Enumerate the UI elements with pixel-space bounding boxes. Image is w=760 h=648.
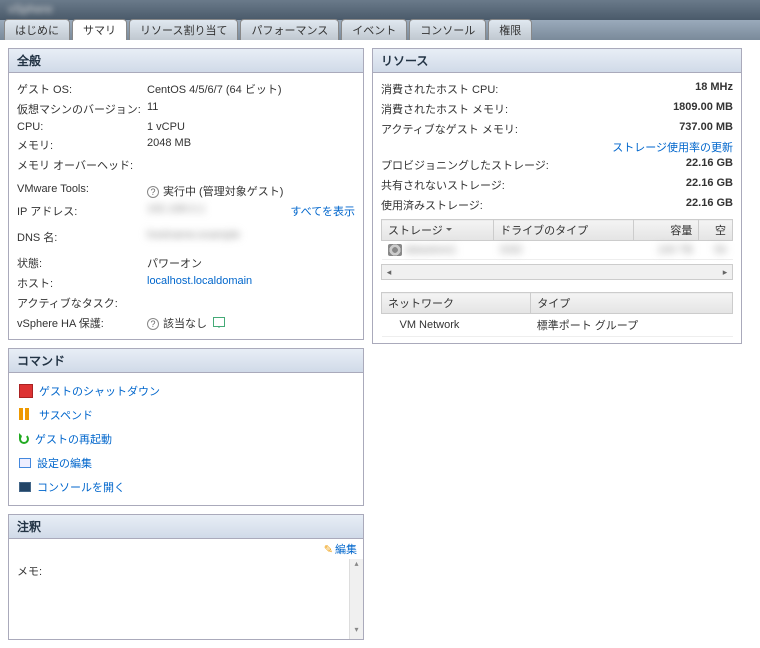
title-text: vSphere <box>0 0 760 18</box>
console-icon <box>19 482 31 492</box>
restart-icon <box>19 434 29 444</box>
help-icon[interactable]: ? <box>147 186 159 198</box>
storage-col-name[interactable]: ストレージ <box>382 220 494 241</box>
tab-console[interactable]: コンソール <box>409 19 486 40</box>
memo-label: メモ: <box>17 563 355 579</box>
vm-version-label: 仮想マシンのバージョン: <box>17 101 147 117</box>
network-table: ネットワーク タイプ VM Network 標準ポート グループ <box>381 292 733 337</box>
sort-icon <box>446 228 452 234</box>
dns-value: hostname.example <box>147 229 240 241</box>
general-header: 全般 <box>9 49 363 73</box>
mem-overhead-label: メモリ オーバーヘッド: <box>17 157 147 173</box>
dns-label: DNS 名: <box>17 229 147 245</box>
storage-col-free[interactable]: 空 <box>699 220 733 241</box>
show-all-link[interactable]: すべてを表示 <box>290 203 355 219</box>
storage-scrollbar[interactable]: ◂▸ <box>381 264 733 280</box>
memory-value: 2048 MB <box>147 137 355 153</box>
cmd-shutdown[interactable]: ゲストのシャットダウン <box>17 379 355 403</box>
guest-mem-label: アクティブなゲスト メモリ: <box>381 121 643 137</box>
refresh-storage-link[interactable]: ストレージ使用率の更新 <box>612 142 733 154</box>
tab-events[interactable]: イベント <box>341 19 407 40</box>
cpu-label: CPU: <box>17 121 147 133</box>
cmd-restart[interactable]: ゲストの再起動 <box>17 427 355 451</box>
suspend-icon <box>19 408 33 422</box>
prov-storage-label: プロビジョニングしたストレージ: <box>381 157 643 173</box>
resources-header: リソース <box>373 49 741 73</box>
used-storage-label: 使用済みストレージ: <box>381 197 643 213</box>
guest-os-value: CentOS 4/5/6/7 (64 ビット) <box>147 81 355 97</box>
storage-col-type[interactable]: ドライブのタイプ <box>494 220 634 241</box>
annotations-panel: 注釈 ✎編集 メモ: ▴▾ <box>8 514 364 640</box>
guest-mem-value: 737.00 MB <box>643 121 733 137</box>
help-icon[interactable]: ? <box>147 318 159 330</box>
commands-header: コマンド <box>9 349 363 373</box>
edit-icon <box>19 458 31 468</box>
state-value: パワーオン <box>147 255 355 271</box>
disk-icon <box>388 244 402 256</box>
vm-version-value: 11 <box>147 101 355 117</box>
tab-performance[interactable]: パフォーマンス <box>240 19 339 40</box>
host-mem-value: 1809.00 MB <box>643 101 733 117</box>
host-cpu-label: 消費されたホスト CPU: <box>381 81 643 97</box>
tab-getting-started[interactable]: はじめに <box>4 19 70 40</box>
unshared-storage-value: 22.16 GB <box>643 177 733 193</box>
host-cpu-value: 18 MHz <box>643 81 733 97</box>
network-name: VM Network <box>382 314 531 337</box>
host-label: ホスト: <box>17 275 147 291</box>
vmware-tools-label: VMware Tools: <box>17 183 147 199</box>
memo-scrollbar[interactable]: ▴▾ <box>349 559 363 639</box>
network-type: 標準ポート グループ <box>531 314 733 337</box>
titlebar: vSphere <box>0 0 760 20</box>
ip-value: 192.168.0.1 <box>147 203 205 219</box>
guest-os-label: ゲスト OS: <box>17 81 147 97</box>
edit-annotation-link[interactable]: ✎編集 <box>324 541 357 557</box>
general-panel: 全般 ゲスト OS:CentOS 4/5/6/7 (64 ビット) 仮想マシンの… <box>8 48 364 340</box>
pencil-icon: ✎ <box>324 544 333 556</box>
tab-summary[interactable]: サマリ <box>72 19 127 40</box>
ha-value: 該当なし <box>163 318 207 330</box>
mem-overhead-value <box>147 157 355 173</box>
host-value[interactable]: localhost.localdomain <box>147 275 355 291</box>
storage-table: ストレージ ドライブのタイプ 容量 空 datastore1 SSD 100 T… <box>381 219 733 260</box>
host-mem-label: 消費されたホスト メモリ: <box>381 101 643 117</box>
state-label: 状態: <box>17 255 147 271</box>
cmd-open-console[interactable]: コンソールを開く <box>17 475 355 499</box>
network-col-name[interactable]: ネットワーク <box>382 293 531 314</box>
storage-row[interactable]: datastore1 SSD 100 TB 50 <box>382 241 733 260</box>
memory-label: メモリ: <box>17 137 147 153</box>
ip-label: IP アドレス: <box>17 203 147 219</box>
cmd-suspend[interactable]: サスペンド <box>17 403 355 427</box>
annotations-header: 注釈 <box>9 515 363 539</box>
tabbar: はじめに サマリ リソース割り当て パフォーマンス イベント コンソール 権限 <box>0 20 760 40</box>
network-row[interactable]: VM Network 標準ポート グループ <box>382 314 733 337</box>
tab-permissions[interactable]: 権限 <box>488 19 532 40</box>
ha-label: vSphere HA 保護: <box>17 315 147 331</box>
vmware-tools-value: 実行中 (管理対象ゲスト) <box>163 186 283 198</box>
storage-col-capacity[interactable]: 容量 <box>633 220 698 241</box>
shutdown-icon <box>19 384 33 398</box>
unshared-storage-label: 共有されないストレージ: <box>381 177 643 193</box>
cpu-value: 1 vCPU <box>147 121 355 133</box>
active-task-label: アクティブなタスク: <box>17 295 147 311</box>
cmd-edit-settings[interactable]: 設定の編集 <box>17 451 355 475</box>
tab-resource-allocation[interactable]: リソース割り当て <box>129 19 238 40</box>
commands-panel: コマンド ゲストのシャットダウン サスペンド ゲストの再起動 設定の編集 コンソ… <box>8 348 364 506</box>
resources-panel: リソース 消費されたホスト CPU:18 MHz 消費されたホスト メモリ:18… <box>372 48 742 344</box>
prov-storage-value: 22.16 GB <box>643 157 733 173</box>
used-storage-value: 22.16 GB <box>643 197 733 213</box>
speech-icon[interactable] <box>213 317 225 327</box>
network-col-type[interactable]: タイプ <box>531 293 733 314</box>
active-task-value <box>147 295 355 311</box>
